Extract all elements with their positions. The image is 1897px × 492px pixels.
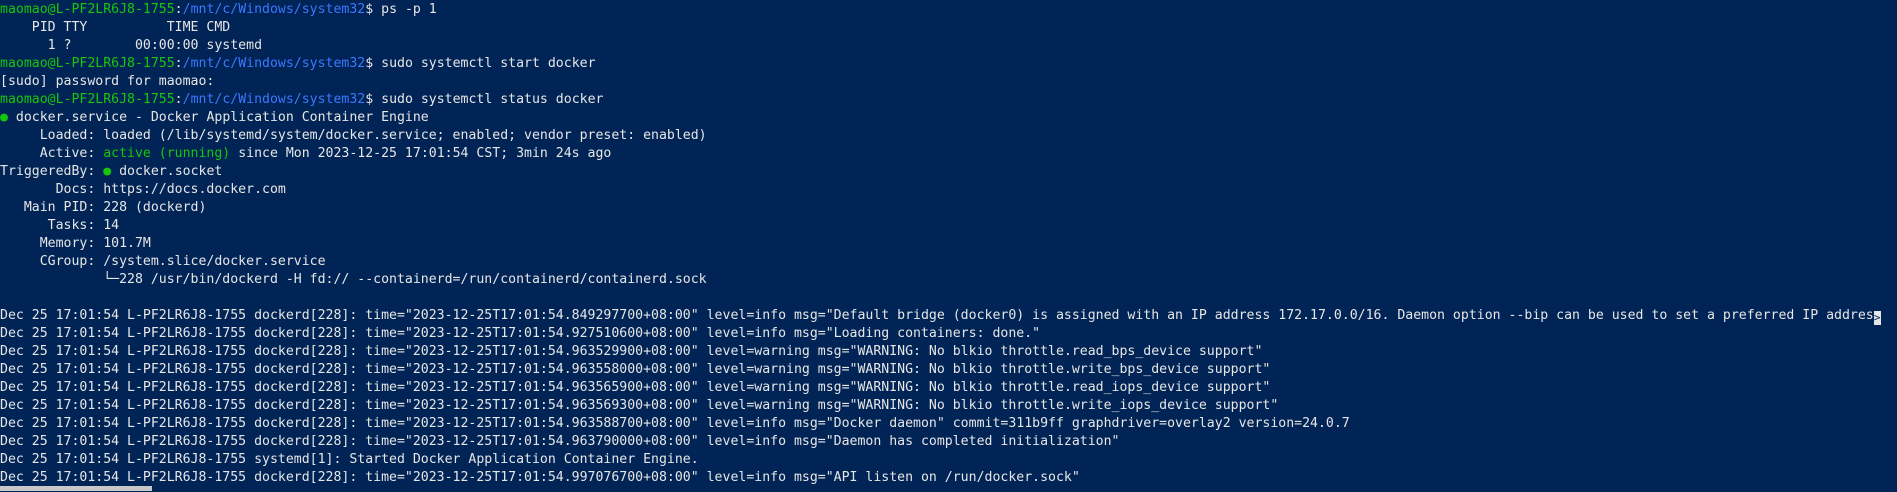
pager-status-bar bbox=[0, 486, 152, 491]
output-text: [sudo] password for maomao: bbox=[0, 74, 215, 89]
output-text: Loaded: loaded (/lib/systemd/system/dock… bbox=[0, 128, 707, 143]
output-text: 1 ? 00:00:00 systemd bbox=[0, 38, 263, 53]
prompt-separator: : bbox=[174, 2, 183, 17]
prompt-path: /mnt/c/Windows/system32 bbox=[182, 2, 366, 17]
command-text: sudo systemctl status docker bbox=[381, 92, 604, 107]
prompt-symbol: $ bbox=[365, 2, 382, 17]
prompt-user-host: maomao@L-PF2LR6J8-1755 bbox=[0, 56, 175, 71]
output-segment: docker.service - Docker Application Cont… bbox=[15, 110, 429, 125]
prompt-separator: : bbox=[174, 92, 183, 107]
output-segment: since Mon 2023-12-25 17:01:54 CST; 3min … bbox=[230, 146, 612, 161]
output-text: Dec 25 17:01:54 L-PF2LR6J8-1755 dockerd[… bbox=[0, 362, 1271, 377]
output-line: Dec 25 17:01:54 L-PF2LR6J8-1755 dockerd[… bbox=[0, 325, 1897, 343]
output-line: Dec 25 17:01:54 L-PF2LR6J8-1755 dockerd[… bbox=[0, 343, 1897, 361]
output-line: Dec 25 17:01:54 L-PF2LR6J8-1755 dockerd[… bbox=[0, 361, 1897, 379]
output-line: Dec 25 17:01:54 L-PF2LR6J8-1755 dockerd[… bbox=[0, 433, 1897, 451]
output-text: Tasks: 14 bbox=[0, 218, 120, 233]
output-line: Active: active (running) since Mon 2023-… bbox=[0, 145, 1897, 163]
prompt-path: /mnt/c/Windows/system32 bbox=[182, 92, 366, 107]
output-segment: ● bbox=[0, 110, 16, 125]
output-line: CGroup: /system.slice/docker.service bbox=[0, 253, 1897, 271]
prompt-user-host: maomao@L-PF2LR6J8-1755 bbox=[0, 92, 175, 107]
output-line: [sudo] password for maomao: bbox=[0, 73, 1897, 91]
output-segment: ● bbox=[103, 164, 112, 179]
output-text: Dec 25 17:01:54 L-PF2LR6J8-1755 dockerd[… bbox=[0, 398, 1279, 413]
output-text: Dec 25 17:01:54 L-PF2LR6J8-1755 dockerd[… bbox=[0, 470, 1080, 485]
output-line: Tasks: 14 bbox=[0, 217, 1897, 235]
output-text: Main PID: 228 (dockerd) bbox=[0, 200, 207, 215]
output-text: Dec 25 17:01:54 L-PF2LR6J8-1755 systemd[… bbox=[0, 452, 699, 467]
prompt-separator: : bbox=[174, 56, 183, 71]
output-line: Dec 25 17:01:54 L-PF2LR6J8-1755 dockerd[… bbox=[0, 397, 1897, 415]
prompt-user-host: maomao@L-PF2LR6J8-1755 bbox=[0, 2, 175, 17]
prompt-symbol: $ bbox=[365, 92, 382, 107]
line-truncated-marker: > bbox=[1873, 311, 1881, 325]
output-line: Dec 25 17:01:54 L-PF2LR6J8-1755 systemd[… bbox=[0, 451, 1897, 469]
output-text: Dec 25 17:01:54 L-PF2LR6J8-1755 dockerd[… bbox=[0, 308, 1874, 323]
output-text: └─228 /usr/bin/dockerd -H fd:// --contai… bbox=[0, 272, 707, 287]
output-segment: Active: bbox=[0, 146, 104, 161]
output-line: Main PID: 228 (dockerd) bbox=[0, 199, 1897, 217]
output-text: Dec 25 17:01:54 L-PF2LR6J8-1755 dockerd[… bbox=[0, 326, 1041, 341]
output-text: Dec 25 17:01:54 L-PF2LR6J8-1755 dockerd[… bbox=[0, 434, 1120, 449]
terminal-output[interactable]: maomao@L-PF2LR6J8-1755:/mnt/c/Windows/sy… bbox=[0, 1, 1897, 492]
output-line: ● docker.service - Docker Application Co… bbox=[0, 109, 1897, 127]
output-line: Loaded: loaded (/lib/systemd/system/dock… bbox=[0, 127, 1897, 145]
output-line: Dec 25 17:01:54 L-PF2LR6J8-1755 dockerd[… bbox=[0, 469, 1897, 487]
output-text: PID TTY TIME CMD bbox=[0, 20, 231, 35]
prompt-path: /mnt/c/Windows/system32 bbox=[182, 56, 366, 71]
prompt-line: maomao@L-PF2LR6J8-1755:/mnt/c/Windows/sy… bbox=[0, 55, 1897, 73]
output-text: Dec 25 17:01:54 L-PF2LR6J8-1755 dockerd[… bbox=[0, 416, 1350, 431]
output-text: Docs: https://docs.docker.com bbox=[0, 182, 286, 197]
command-text: sudo systemctl start docker bbox=[381, 56, 596, 71]
output-text: Dec 25 17:01:54 L-PF2LR6J8-1755 dockerd[… bbox=[0, 344, 1263, 359]
prompt-line: maomao@L-PF2LR6J8-1755:/mnt/c/Windows/sy… bbox=[0, 1, 1897, 19]
output-line: Dec 25 17:01:54 L-PF2LR6J8-1755 dockerd[… bbox=[0, 415, 1897, 433]
output-line: 1 ? 00:00:00 systemd bbox=[0, 37, 1897, 55]
prompt-symbol: $ bbox=[365, 56, 382, 71]
output-segment: TriggeredBy: bbox=[0, 164, 104, 179]
output-text: Dec 25 17:01:54 L-PF2LR6J8-1755 dockerd[… bbox=[0, 380, 1271, 395]
output-line: └─228 /usr/bin/dockerd -H fd:// --contai… bbox=[0, 271, 1897, 289]
output-segment: active (running) bbox=[103, 146, 231, 161]
output-line: Memory: 101.7M bbox=[0, 235, 1897, 253]
command-text: ps -p 1 bbox=[381, 2, 437, 17]
prompt-line: maomao@L-PF2LR6J8-1755:/mnt/c/Windows/sy… bbox=[0, 91, 1897, 109]
output-line: Docs: https://docs.docker.com bbox=[0, 181, 1897, 199]
output-segment: docker.socket bbox=[111, 164, 223, 179]
output-line: TriggeredBy: ● docker.socket bbox=[0, 163, 1897, 181]
output-line: PID TTY TIME CMD bbox=[0, 19, 1897, 37]
output-line: Dec 25 17:01:54 L-PF2LR6J8-1755 dockerd[… bbox=[0, 379, 1897, 397]
output-text: CGroup: /system.slice/docker.service bbox=[0, 254, 326, 269]
output-line: Dec 25 17:01:54 L-PF2LR6J8-1755 dockerd[… bbox=[0, 307, 1897, 325]
output-text: Memory: 101.7M bbox=[0, 236, 151, 251]
